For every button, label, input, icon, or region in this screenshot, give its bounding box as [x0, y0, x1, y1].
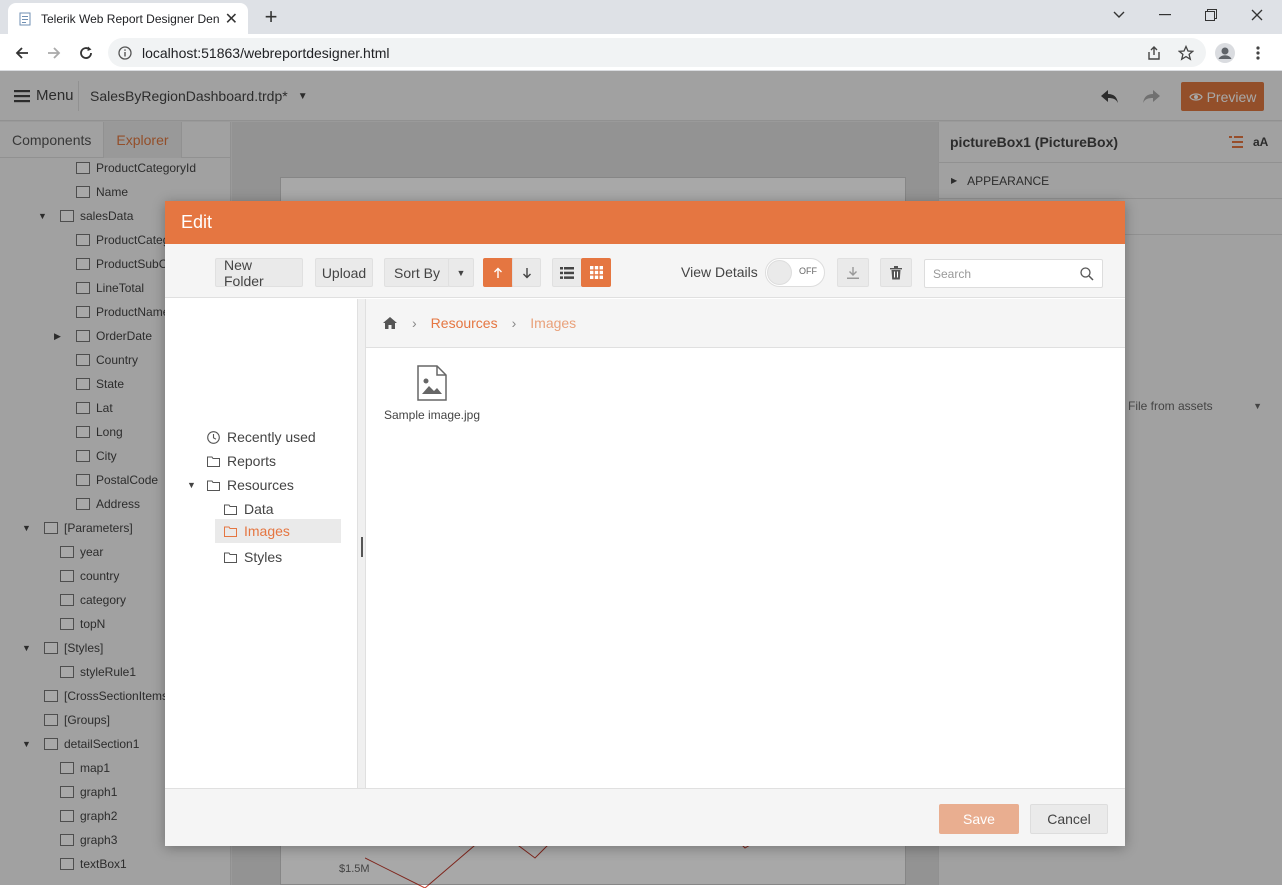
file-view: › Resources › Images Sample image.jpg [366, 299, 1125, 788]
breadcrumb-separator-icon: › [412, 315, 417, 331]
breadcrumb: › Resources › Images [366, 299, 1125, 348]
search-box [924, 259, 1103, 288]
folder-label: Data [244, 501, 274, 517]
folder-icon [224, 504, 237, 515]
sort-descending-button[interactable] [512, 258, 541, 287]
tab-title: Telerik Web Report Designer Den [41, 11, 219, 26]
arrow-down-icon [522, 267, 531, 278]
view-details-toggle[interactable]: OFF [765, 258, 825, 287]
profile-avatar-icon[interactable] [1212, 40, 1238, 66]
file-manager-toolbar: New Folder Upload Sort By ▼ View Details… [165, 244, 1125, 298]
caret-down-icon: ▼ [456, 267, 466, 278]
folder-icon [224, 552, 237, 563]
grid-view-icon [589, 266, 603, 279]
search-icon[interactable] [1080, 266, 1094, 281]
reload-button[interactable] [73, 40, 99, 66]
caret-down-icon: ▼ [1253, 401, 1262, 411]
list-view-icon [560, 266, 574, 279]
folder-recently-used[interactable]: Recently used [207, 425, 316, 449]
sort-ascending-button[interactable] [483, 258, 513, 287]
new-tab-button[interactable]: + [258, 4, 284, 30]
folder-label: Styles [244, 549, 283, 565]
browser-menu-icon[interactable] [1245, 40, 1271, 66]
folder-label: Resources [227, 477, 294, 493]
folder-icon [207, 480, 220, 491]
toggle-state-label: OFF [799, 266, 817, 276]
tab-search-button[interactable] [1096, 0, 1142, 30]
search-input[interactable] [933, 266, 1073, 281]
folder-data[interactable]: Data [224, 497, 341, 521]
minimize-button[interactable] [1142, 0, 1188, 30]
download-icon [847, 266, 859, 279]
close-window-button[interactable] [1234, 0, 1280, 30]
browser-tab[interactable]: Telerik Web Report Designer Den ✕ [8, 3, 248, 34]
breadcrumb-separator-icon: › [511, 315, 517, 331]
sort-by-button[interactable]: Sort By [384, 258, 450, 287]
breadcrumb-resources[interactable]: Resources [431, 315, 498, 331]
folder-label: Recently used [227, 429, 316, 445]
source-select-value: File from assets [1128, 399, 1213, 413]
folder-tree: Recently used Reports ▼ Resources Data I… [165, 299, 358, 788]
new-folder-button[interactable]: New Folder [215, 257, 303, 289]
dialog-footer: Save Cancel [165, 788, 1125, 846]
source-select[interactable]: File from assets ▼ [1120, 393, 1270, 419]
arrow-up-icon [494, 267, 502, 278]
cancel-button[interactable]: Cancel [1030, 804, 1108, 834]
folder-icon [224, 526, 237, 537]
list-view-button[interactable] [552, 258, 582, 287]
pane-splitter[interactable] [358, 299, 366, 788]
folder-reports[interactable]: Reports [207, 449, 276, 473]
folder-styles[interactable]: Styles [224, 545, 282, 569]
save-button[interactable]: Save [939, 804, 1019, 834]
trash-icon [890, 265, 902, 279]
dialog-title: Edit [165, 201, 1125, 244]
clock-icon [207, 430, 220, 444]
close-tab-icon[interactable]: ✕ [225, 9, 238, 29]
splitter-grip[interactable] [361, 537, 363, 557]
browser-tabstrip: Telerik Web Report Designer Den ✕ + [0, 0, 1282, 34]
url-text: localhost:51863/webreportdesigner.html [142, 44, 390, 61]
folder-images[interactable]: Images [215, 519, 341, 543]
file-name: Sample image.jpg [383, 408, 481, 422]
site-info-icon[interactable] [118, 45, 132, 60]
browser-toolbar: localhost:51863/webreportdesigner.html [0, 34, 1282, 71]
folder-icon [207, 456, 220, 467]
breadcrumb-images[interactable]: Images [530, 315, 576, 331]
download-button[interactable] [837, 258, 869, 287]
folder-label: Images [244, 523, 290, 539]
forward-button[interactable] [41, 40, 67, 66]
back-button[interactable] [9, 40, 35, 66]
share-icon[interactable] [1141, 40, 1167, 66]
file-item[interactable]: Sample image.jpg [380, 365, 484, 422]
home-icon[interactable] [382, 316, 398, 330]
grid-view-button[interactable] [581, 258, 611, 287]
restore-button[interactable] [1188, 0, 1234, 30]
page-icon [19, 12, 31, 25]
upload-button[interactable]: Upload [315, 258, 373, 287]
view-details-label: View Details [681, 264, 758, 280]
edit-dialog: Edit New Folder Upload Sort By ▼ View De… [165, 201, 1125, 846]
image-file-icon [417, 365, 447, 401]
bookmark-star-icon[interactable] [1173, 40, 1199, 66]
expand-resources-toggle[interactable]: ▼ [187, 480, 196, 490]
folder-resources[interactable]: Resources [207, 473, 294, 497]
toggle-knob [767, 260, 792, 285]
folder-label: Reports [227, 453, 277, 469]
address-bar[interactable]: localhost:51863/webreportdesigner.html [108, 38, 1206, 67]
sort-dropdown-button[interactable]: ▼ [448, 258, 474, 287]
delete-button[interactable] [880, 258, 912, 287]
